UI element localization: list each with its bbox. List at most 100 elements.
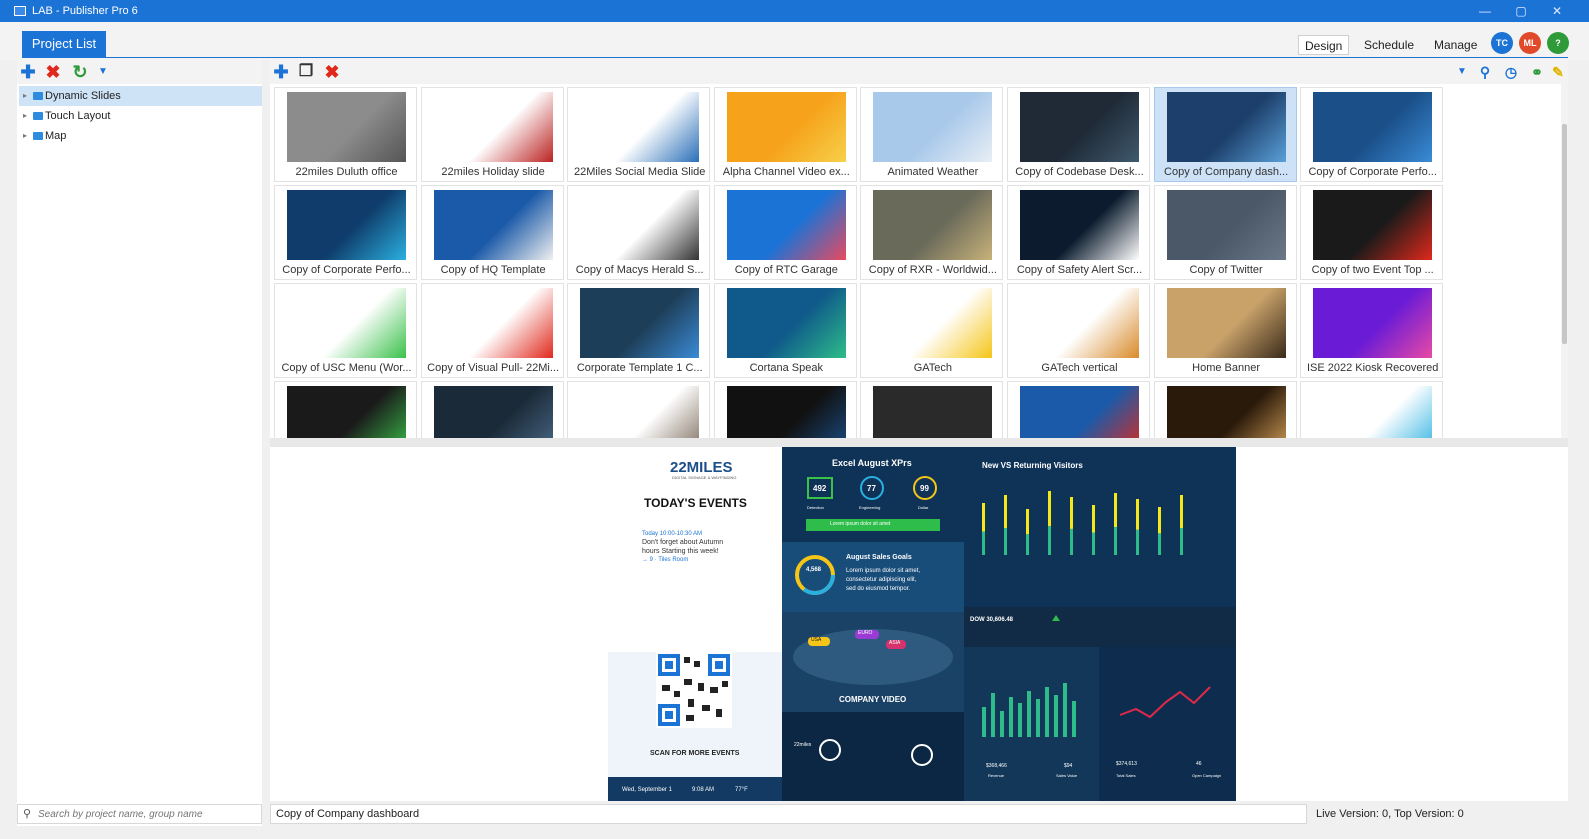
add-icon[interactable]: ✚ bbox=[18, 63, 38, 81]
chart-bar bbox=[1072, 701, 1076, 737]
project-tile[interactable]: Copy of two Event Top ... bbox=[1300, 185, 1444, 280]
chart-bar bbox=[1180, 495, 1183, 528]
kpi-value: 492 bbox=[813, 484, 827, 493]
expand-arrow-icon[interactable]: ▸ bbox=[23, 86, 27, 106]
minimize-button[interactable]: — bbox=[1470, 3, 1500, 19]
kpi-label: Detection bbox=[807, 505, 824, 510]
schedule-view-icon[interactable]: ◷ bbox=[1501, 63, 1521, 81]
project-tile[interactable]: Corporate Template 1 C... bbox=[567, 283, 711, 378]
link-icon[interactable]: ⚭ bbox=[1527, 63, 1547, 81]
folder-icon bbox=[33, 112, 43, 120]
company-video: COMPANY VIDEO bbox=[839, 695, 907, 704]
preview-logo: 22MILES bbox=[670, 459, 733, 476]
project-tile[interactable]: GATech vertical bbox=[1007, 283, 1150, 378]
chart-bar bbox=[1158, 533, 1161, 555]
tree-item-label: Dynamic Slides bbox=[45, 90, 121, 102]
project-thumbnail bbox=[433, 190, 553, 260]
project-tile[interactable]: Cortana Speak bbox=[713, 283, 857, 378]
project-tile[interactable]: ISE 2022 Kiosk Recovered bbox=[1300, 283, 1444, 378]
project-thumbnail bbox=[433, 288, 553, 358]
project-tile[interactable]: GATech bbox=[860, 283, 1004, 378]
project-tile[interactable]: Alpha Channel Video ex... bbox=[713, 87, 857, 182]
close-window-button[interactable]: ✕ bbox=[1542, 3, 1572, 19]
copy-project-icon[interactable]: ❐ bbox=[296, 63, 316, 81]
project-toolbar: ✚ ❐ ✖ ▼ ⚲ ◷ ⚭ ✎ bbox=[270, 60, 1568, 84]
delete-project-icon[interactable]: ✖ bbox=[322, 63, 342, 81]
refresh-icon[interactable]: ↻ bbox=[70, 63, 90, 81]
user-avatar-tc[interactable]: TC bbox=[1491, 32, 1513, 54]
project-tile[interactable]: Copy of Safety Alert Scr... bbox=[1007, 185, 1150, 280]
project-tile[interactable]: 22miles Holiday slide bbox=[420, 87, 564, 182]
sales-text: consectetur adipiscing elit, bbox=[846, 577, 917, 583]
project-tile[interactable]: 22Miles Social Media Slide bbox=[567, 87, 711, 182]
project-name: Copy of USC Menu (Wor... bbox=[281, 362, 412, 374]
project-tile[interactable]: Copy of Codebase Desk... bbox=[1007, 87, 1150, 182]
chart-bar bbox=[1045, 687, 1049, 737]
dow-ticker: DOW 30,606.48 bbox=[970, 617, 1014, 623]
project-thumbnail bbox=[1166, 288, 1286, 358]
help-icon[interactable]: ? bbox=[1547, 32, 1569, 54]
tab-project-list[interactable]: Project List bbox=[22, 31, 106, 57]
project-tile[interactable]: Copy of Corporate Perfo... bbox=[1300, 87, 1444, 182]
project-thumbnail bbox=[287, 288, 406, 358]
view-dropdown-icon[interactable]: ▼ bbox=[1456, 63, 1468, 81]
project-name: Copy of two Event Top ... bbox=[1311, 264, 1434, 276]
project-tile[interactable]: Animated Weather bbox=[860, 87, 1004, 182]
project-tile[interactable]: Copy of Macys Herald S... bbox=[567, 185, 711, 280]
project-tile[interactable] bbox=[1300, 381, 1444, 438]
project-thumbnail bbox=[1313, 190, 1433, 260]
project-tile[interactable] bbox=[1007, 381, 1150, 438]
zoom-icon[interactable]: ⚲ bbox=[1475, 63, 1495, 81]
project-tile[interactable] bbox=[1153, 381, 1297, 438]
project-thumbnail bbox=[873, 288, 993, 358]
sales-text: sed do eiusmod tempor. bbox=[846, 586, 911, 592]
chart-bar bbox=[1092, 532, 1095, 555]
project-tile[interactable]: Copy of RXR - Worldwid... bbox=[860, 185, 1004, 280]
project-thumbnail bbox=[1166, 190, 1286, 260]
grid-scrollbar[interactable] bbox=[1561, 84, 1568, 438]
search-input[interactable] bbox=[38, 807, 258, 821]
map-label: ASIA bbox=[889, 640, 901, 646]
project-tile[interactable]: Copy of Company dash... bbox=[1153, 87, 1297, 182]
project-tile[interactable] bbox=[420, 381, 564, 438]
user-avatar-ml[interactable]: ML bbox=[1519, 32, 1541, 54]
maximize-button[interactable]: ▢ bbox=[1506, 3, 1536, 19]
project-name: 22miles Holiday slide bbox=[441, 166, 545, 178]
panel-splitter[interactable] bbox=[270, 438, 1568, 447]
chart-bar bbox=[1048, 526, 1051, 555]
project-tile[interactable]: 22miles Duluth office bbox=[274, 87, 417, 182]
project-thumbnail bbox=[726, 92, 846, 162]
project-tile[interactable]: Copy of Corporate Perfo... bbox=[274, 185, 417, 280]
footer-time: 9:08 AM bbox=[692, 787, 715, 793]
scrollbar-thumb[interactable] bbox=[1562, 124, 1567, 344]
project-tile[interactable] bbox=[567, 381, 711, 438]
chart-bar bbox=[1026, 534, 1029, 555]
tree-item-dynamic-slides[interactable]: ▸ Dynamic Slides bbox=[19, 86, 262, 106]
project-tree-panel: ✚ ✖ ↻ ▼ ▸ Dynamic Slides ▸ Touch Layout … bbox=[17, 60, 262, 826]
tree-item-map[interactable]: ▸ Map bbox=[19, 126, 262, 146]
project-name: Copy of Macys Herald S... bbox=[575, 264, 704, 276]
project-tile[interactable] bbox=[274, 381, 417, 438]
delete-icon[interactable]: ✖ bbox=[43, 63, 63, 81]
project-thumbnail bbox=[580, 92, 700, 162]
expand-arrow-icon[interactable]: ▸ bbox=[23, 126, 27, 146]
project-tile[interactable] bbox=[860, 381, 1004, 438]
project-tile[interactable]: Copy of Visual Pull- 22Mi... bbox=[420, 283, 564, 378]
project-tile[interactable]: Copy of Twitter bbox=[1153, 185, 1297, 280]
project-tile[interactable]: Copy of HQ Template bbox=[420, 185, 564, 280]
expand-arrow-icon[interactable]: ▸ bbox=[23, 106, 27, 126]
preview-slide bbox=[608, 447, 1236, 801]
schedule-button[interactable]: Schedule bbox=[1358, 35, 1420, 55]
tree-item-touch-layout[interactable]: ▸ Touch Layout bbox=[19, 106, 262, 126]
project-tile[interactable]: Copy of RTC Garage bbox=[713, 185, 857, 280]
project-tile[interactable]: Copy of USC Menu (Wor... bbox=[274, 283, 417, 378]
manage-button[interactable]: Manage bbox=[1428, 35, 1483, 55]
design-button[interactable]: Design bbox=[1298, 35, 1350, 55]
edit-pencil-icon[interactable]: ✎ bbox=[1551, 63, 1565, 81]
project-tile[interactable] bbox=[713, 381, 857, 438]
project-name: ISE 2022 Kiosk Recovered bbox=[1306, 362, 1439, 374]
project-thumbnail bbox=[580, 190, 700, 260]
add-project-icon[interactable]: ✚ bbox=[271, 63, 291, 81]
project-tile[interactable]: Home Banner bbox=[1153, 283, 1297, 378]
chevron-down-icon[interactable]: ▼ bbox=[97, 63, 109, 81]
